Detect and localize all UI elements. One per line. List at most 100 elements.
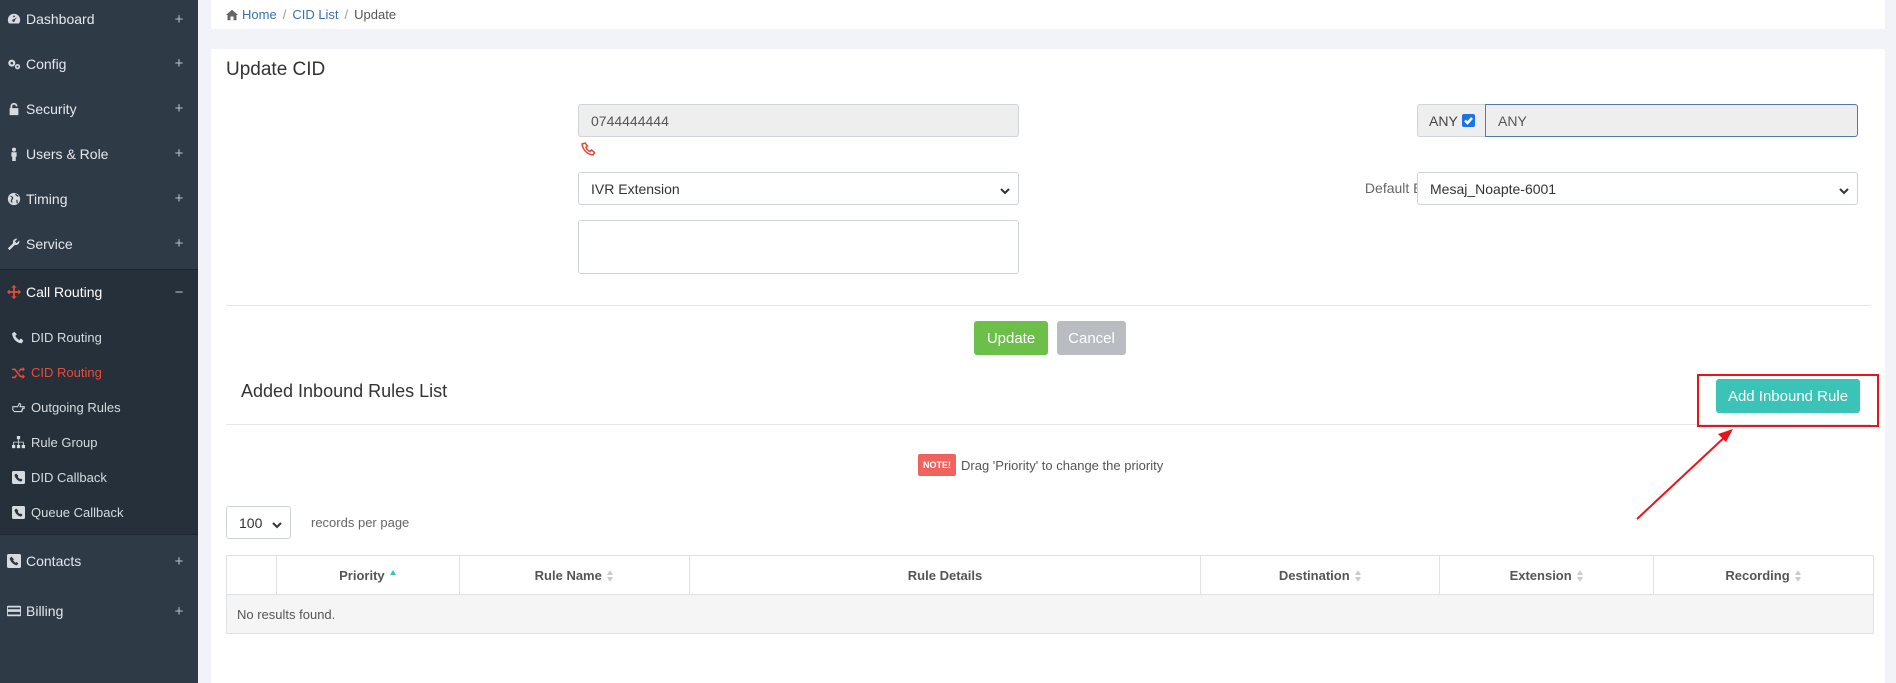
sidebar-item-did-routing[interactable]: DID Routing: [0, 320, 198, 355]
sidebar-subitem-label: DID Callback: [31, 470, 107, 485]
sidebar-item-contacts[interactable]: Contacts +: [0, 538, 198, 584]
column-header-priority[interactable]: Priority: [275, 555, 460, 595]
column-header-extension[interactable]: Extension: [1439, 555, 1655, 595]
breadcrumb: Home / CID List / Update: [211, 0, 1885, 29]
sidebar-item-users-role[interactable]: Users & Role +: [0, 134, 198, 173]
note-badge: NOTE!: [918, 454, 956, 476]
lock-icon: [6, 101, 22, 117]
expand-toggle[interactable]: +: [172, 55, 186, 72]
default-destination-select[interactable]: IVR Extension: [578, 172, 1019, 205]
update-cid-panel: Update CID Caller Number * 0744444444 DI…: [211, 49, 1885, 683]
globe-icon: [6, 191, 22, 207]
sidebar-item-label: Users & Role: [26, 145, 109, 162]
inbound-rules-table: Priority Rule Name Rule Details Destinat…: [226, 555, 1874, 634]
inbound-rules-title: Added Inbound Rules List: [241, 381, 448, 401]
records-per-page-label: records per page: [311, 515, 410, 530]
sidebar-item-outgoing-rules[interactable]: Outgoing Rules: [0, 390, 198, 425]
column-header-label: Extension: [1509, 567, 1572, 583]
column-header-label: Recording: [1725, 567, 1790, 583]
sidebar-item-queue-callback[interactable]: Queue Callback: [0, 495, 198, 530]
phone-square-icon: [10, 470, 26, 486]
default-extension-value: Mesaj_Noapte-6001: [1430, 180, 1557, 197]
sidebar-item-config[interactable]: Config +: [0, 44, 198, 83]
sidebar-item-label: Security: [26, 100, 77, 117]
expand-toggle[interactable]: +: [172, 603, 186, 620]
chevron-down-icon: [272, 517, 282, 528]
records-per-page-select[interactable]: 100: [226, 506, 291, 539]
breadcrumb-cid-list-link[interactable]: CID List: [292, 7, 338, 22]
sidebar-item-service[interactable]: Service +: [0, 224, 198, 263]
column-header-rule-name[interactable]: Rule Name: [458, 555, 690, 595]
note-text: Drag 'Priority' to change the priority: [961, 457, 1164, 473]
did-input[interactable]: ANY: [1485, 104, 1858, 137]
expand-toggle[interactable]: +: [172, 100, 186, 117]
sidebar-item-call-routing[interactable]: Call Routing −: [0, 269, 198, 314]
column-header-label: Destination: [1278, 567, 1350, 583]
table-header-row: Priority Rule Name Rule Details Destinat…: [226, 555, 1874, 595]
expand-toggle[interactable]: +: [172, 11, 186, 28]
records-per-page-value: 100: [239, 514, 263, 531]
hand-pointer-icon: [10, 400, 26, 416]
sidebar-subitem-label: Rule Group: [31, 435, 98, 450]
phone-icon: [10, 330, 26, 346]
sort-icon: [1794, 570, 1802, 583]
random-icon: [10, 365, 26, 381]
sidebar-subitem-label: Queue Callback: [31, 505, 124, 520]
update-button[interactable]: Update: [974, 321, 1048, 355]
sidebar-item-label: Config: [26, 55, 67, 72]
dashboard-icon: [6, 11, 22, 27]
collapse-toggle[interactable]: −: [172, 284, 186, 301]
sort-icon: [1576, 570, 1584, 583]
sidebar-item-billing[interactable]: Billing +: [0, 590, 198, 632]
rules-divider: [226, 424, 1871, 425]
sidebar-item-security[interactable]: Security +: [0, 89, 198, 128]
sidebar-item-label: Dashboard: [26, 11, 95, 27]
sidebar-item-cid-routing[interactable]: CID Routing: [0, 355, 198, 390]
sidebar-subitem-label: CID Routing: [31, 365, 102, 380]
column-header-rule-details: Rule Details: [688, 555, 1202, 595]
sidebar-item-label: Billing: [26, 603, 64, 619]
column-header-recording[interactable]: Recording: [1653, 555, 1874, 595]
chevron-down-icon: [1000, 183, 1010, 194]
expand-toggle[interactable]: +: [172, 235, 186, 252]
credit-card-icon: [6, 603, 22, 619]
breadcrumb-home-link[interactable]: Home: [242, 7, 277, 22]
sidebar-item-label: Timing: [26, 190, 68, 207]
sidebar-item-did-callback[interactable]: DID Callback: [0, 460, 198, 495]
sidebar-item-dashboard[interactable]: Dashboard +: [0, 0, 198, 38]
phone-square-icon: [6, 553, 22, 569]
chevron-down-icon: [1839, 183, 1849, 194]
did-any-label: ANY: [1429, 112, 1458, 129]
annotation-arrow-icon: [1636, 429, 1733, 520]
sort-icon: [606, 570, 614, 583]
phone-square-icon: [10, 505, 26, 521]
empty-message: No results found.: [226, 594, 1874, 634]
sidebar-item-timing[interactable]: Timing +: [0, 179, 198, 218]
expand-toggle[interactable]: +: [172, 553, 186, 570]
home-icon: [226, 9, 238, 20]
wrench-icon: [6, 236, 22, 252]
sidebar-item-label: Call Routing: [26, 284, 103, 300]
gears-icon: [6, 56, 22, 72]
sort-asc-icon: [389, 570, 397, 582]
breadcrumb-separator: /: [282, 7, 287, 22]
breadcrumb-separator: /: [344, 7, 349, 22]
sitemap-icon: [10, 435, 26, 451]
caller-number-input[interactable]: 0744444444: [578, 104, 1019, 137]
expand-toggle[interactable]: +: [172, 145, 186, 162]
cancel-button[interactable]: Cancel: [1057, 321, 1126, 355]
column-header-label: Rule Name: [534, 567, 602, 583]
breadcrumb-current: Update: [354, 7, 397, 22]
form-divider: [226, 305, 1871, 306]
default-extension-select[interactable]: Mesaj_Noapte-6001: [1417, 172, 1858, 205]
did-any-checkbox[interactable]: [1461, 114, 1475, 127]
sidebar-item-rule-group[interactable]: Rule Group: [0, 425, 198, 460]
call-routing-submenu: DID Routing CID Routing Outgoing Rules R…: [0, 314, 198, 535]
expand-toggle[interactable]: +: [172, 190, 186, 207]
did-any-addon: ANY: [1417, 104, 1485, 137]
column-header-destination[interactable]: Destination: [1200, 555, 1441, 595]
drag-column-header: [226, 555, 277, 595]
default-destination-value: IVR Extension: [591, 180, 680, 197]
description-textarea[interactable]: [578, 220, 1019, 274]
column-header-label: Priority: [339, 567, 385, 583]
